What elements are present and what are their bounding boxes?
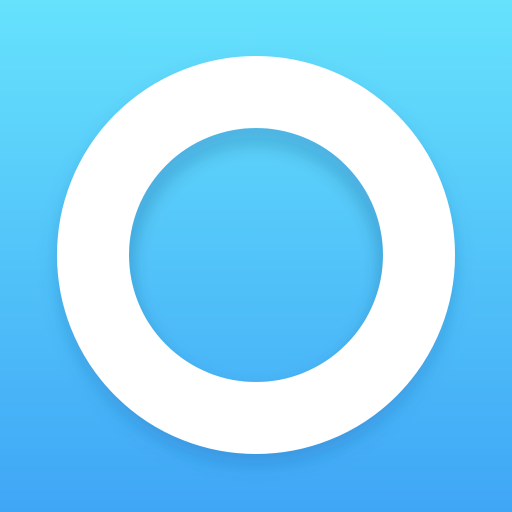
ring-logo <box>0 0 512 512</box>
app-icon <box>0 0 512 512</box>
